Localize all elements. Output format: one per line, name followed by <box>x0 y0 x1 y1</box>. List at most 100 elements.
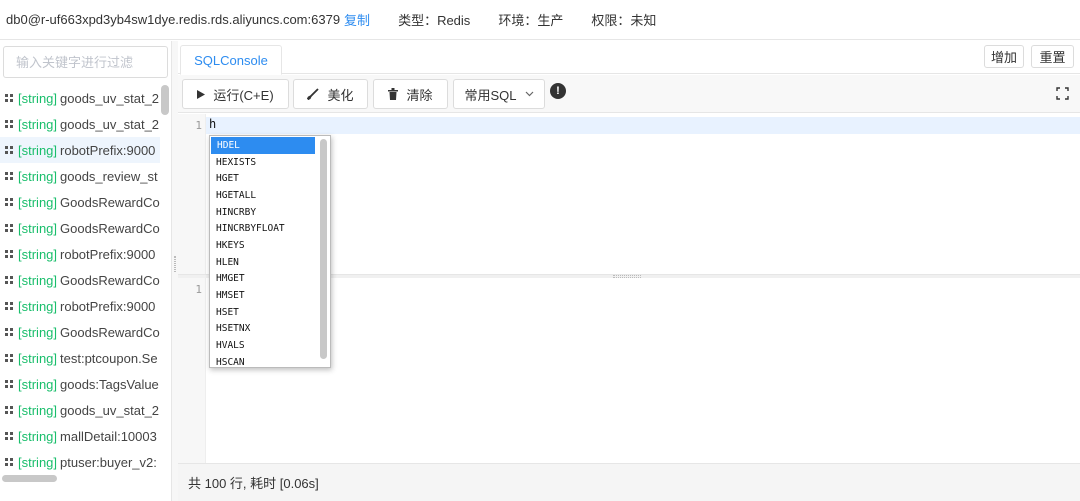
key-grid-icon <box>5 198 13 206</box>
fullscreen-icon[interactable] <box>1056 87 1069 100</box>
permission-label: 权限：未知 <box>591 13 657 28</box>
key-type: [string] <box>18 454 58 470</box>
common-sql-select[interactable]: 常用SQL <box>453 79 545 109</box>
key-list: [string] goods_uv_stat_2 [string] goods_uv_… <box>0 85 160 475</box>
autocomplete-item[interactable]: HKEYS <box>210 237 314 254</box>
key-grid-icon <box>5 172 13 180</box>
key-grid-icon <box>5 406 13 414</box>
key-type: [string] <box>18 90 58 106</box>
key-list-item[interactable]: [string] GoodsRewardCo <box>0 267 160 293</box>
key-grid-icon <box>5 276 13 284</box>
beautify-label: 美化 <box>327 87 354 103</box>
autocomplete-item[interactable]: HINCRBYFLOAT <box>210 220 314 237</box>
key-list-item[interactable]: [string] GoodsRewardCo <box>0 319 160 345</box>
key-grid-icon <box>5 94 13 102</box>
key-list-item[interactable]: [string] goods_uv_stat_2 <box>0 397 160 423</box>
key-list-item[interactable]: [string] robotPrefix:9000 <box>0 241 160 267</box>
key-grid-icon <box>5 224 13 232</box>
autocomplete-item[interactable]: HGET <box>210 170 314 187</box>
autocomplete-item[interactable]: HMSET <box>210 287 314 304</box>
run-button[interactable]: 运行(C+E) <box>182 79 289 109</box>
key-grid-icon <box>5 432 13 440</box>
brush-icon <box>307 88 320 100</box>
key-grid-icon <box>5 354 13 362</box>
key-list-item[interactable]: [string] robotPrefix:9000 <box>0 137 160 163</box>
result-gutter: 1 <box>178 278 206 463</box>
beautify-button[interactable]: 美化 <box>293 79 368 109</box>
key-list-item[interactable]: [string] test:ptcoupon.Se <box>0 345 160 371</box>
key-type: [string] <box>18 324 58 340</box>
key-type: [string] <box>18 246 58 262</box>
key-list-item[interactable]: [string] goods_uv_stat_2 <box>0 85 160 111</box>
key-list-item[interactable]: [string] goods_review_st <box>0 163 160 189</box>
autocomplete-item[interactable]: HINCRBY <box>210 204 314 221</box>
status-text: 共 100 行, 耗时 [0.06s] <box>188 476 319 491</box>
clear-button[interactable]: 清除 <box>373 79 448 109</box>
key-name: GoodsRewardCo <box>60 194 160 210</box>
key-list-item[interactable]: [string] goods:TagsValue <box>0 371 160 397</box>
key-type: [string] <box>18 116 58 132</box>
key-grid-icon <box>5 250 13 258</box>
trash-icon <box>388 88 399 100</box>
autocomplete-item[interactable]: HVALS <box>210 337 314 354</box>
autocomplete-item[interactable]: HLEN <box>210 254 314 271</box>
line-number: 1 <box>195 119 202 132</box>
key-type: [string] <box>18 350 58 366</box>
key-name: robotPrefix:9000 <box>60 298 156 314</box>
connection-string: db0@r-uf663xpd3yb4sw1dye.redis.rds.aliyu… <box>6 12 341 27</box>
environment-label: 环境：生产 <box>498 13 564 28</box>
key-type: [string] <box>18 402 58 418</box>
key-name: ptuser:buyer_v2: <box>60 454 157 470</box>
connection-bar: db0@r-uf663xpd3yb4sw1dye.redis.rds.aliyu… <box>0 0 1080 40</box>
key-grid-icon <box>5 146 13 154</box>
autocomplete-item[interactable]: HGETALL <box>210 187 314 204</box>
key-type: [string] <box>18 272 58 288</box>
autocomplete-item[interactable]: HSCAN <box>210 354 314 367</box>
key-name: goods:TagsValue <box>60 376 159 392</box>
result-line-number: 1 <box>195 283 202 296</box>
key-sidebar: [string]goods_uv_stat_2[string]goods_uv_… <box>0 41 172 501</box>
key-name: mallDetail:10003 <box>60 428 157 444</box>
autocomplete-item[interactable]: HDEL <box>211 137 315 154</box>
key-name: goods_uv_stat_2 <box>60 116 160 132</box>
autocomplete-item[interactable]: HSET <box>210 304 314 321</box>
key-type: [string] <box>18 142 58 158</box>
key-type: [string] <box>18 428 58 444</box>
key-grid-icon <box>5 328 13 336</box>
add-tab-button[interactable]: 增加 <box>984 45 1024 68</box>
splitter-handle[interactable] <box>174 256 176 272</box>
key-list-item[interactable]: [string] GoodsRewardCo <box>0 189 160 215</box>
key-type: [string] <box>18 194 58 210</box>
status-bar: 共 100 行, 耗时 [0.06s] <box>178 463 1080 501</box>
autocomplete-item[interactable]: HSETNX <box>210 321 314 338</box>
key-grid-icon <box>5 120 13 128</box>
tab-bar: SQLConsole 增加 重置 <box>178 41 1080 75</box>
key-list-item[interactable]: [string] GoodsRewardCo <box>0 215 160 241</box>
editor-text: h <box>209 117 217 131</box>
key-list-item[interactable]: [string] mallDetail:10003 <box>0 423 160 449</box>
clear-label: 清除 <box>406 87 433 103</box>
key-name: robotPrefix:9000 <box>60 142 156 158</box>
tab-sqlconsole[interactable]: SQLConsole <box>180 45 282 75</box>
common-sql-label: 常用SQL <box>464 87 517 103</box>
autocomplete-scrollbar[interactable] <box>320 139 327 359</box>
key-grid-icon <box>5 302 13 310</box>
autocomplete-item[interactable]: HEXISTS <box>210 154 314 171</box>
key-name: robotPrefix:9000 <box>60 246 156 262</box>
sidebar-vertical-scrollbar[interactable] <box>161 85 169 115</box>
reset-button[interactable]: 重置 <box>1031 45 1074 68</box>
key-list-item[interactable]: [string] robotPrefix:9000 <box>0 293 160 319</box>
key-name: goods_review_st <box>60 168 158 184</box>
key-list-item[interactable]: [string] ptuser:buyer_v2: <box>0 449 160 475</box>
copy-link[interactable]: 复制 <box>344 10 370 29</box>
key-list-item[interactable]: [string] goods_uv_stat_2 <box>0 111 160 137</box>
autocomplete-item[interactable]: HMGET <box>210 271 314 288</box>
info-icon[interactable]: ! <box>550 83 566 99</box>
db-type-label: 类型：Redis <box>398 13 471 28</box>
autocomplete-list: HDEL HEXISTS HGET HGETALL HINCRBY HINCRBYFLOA… <box>210 137 330 367</box>
chevron-down-icon <box>525 91 534 97</box>
key-name: GoodsRewardCo <box>60 324 160 340</box>
key-filter-input[interactable] <box>3 46 168 78</box>
sidebar-horizontal-scrollbar[interactable] <box>2 475 57 482</box>
key-type: [string] <box>18 376 58 392</box>
